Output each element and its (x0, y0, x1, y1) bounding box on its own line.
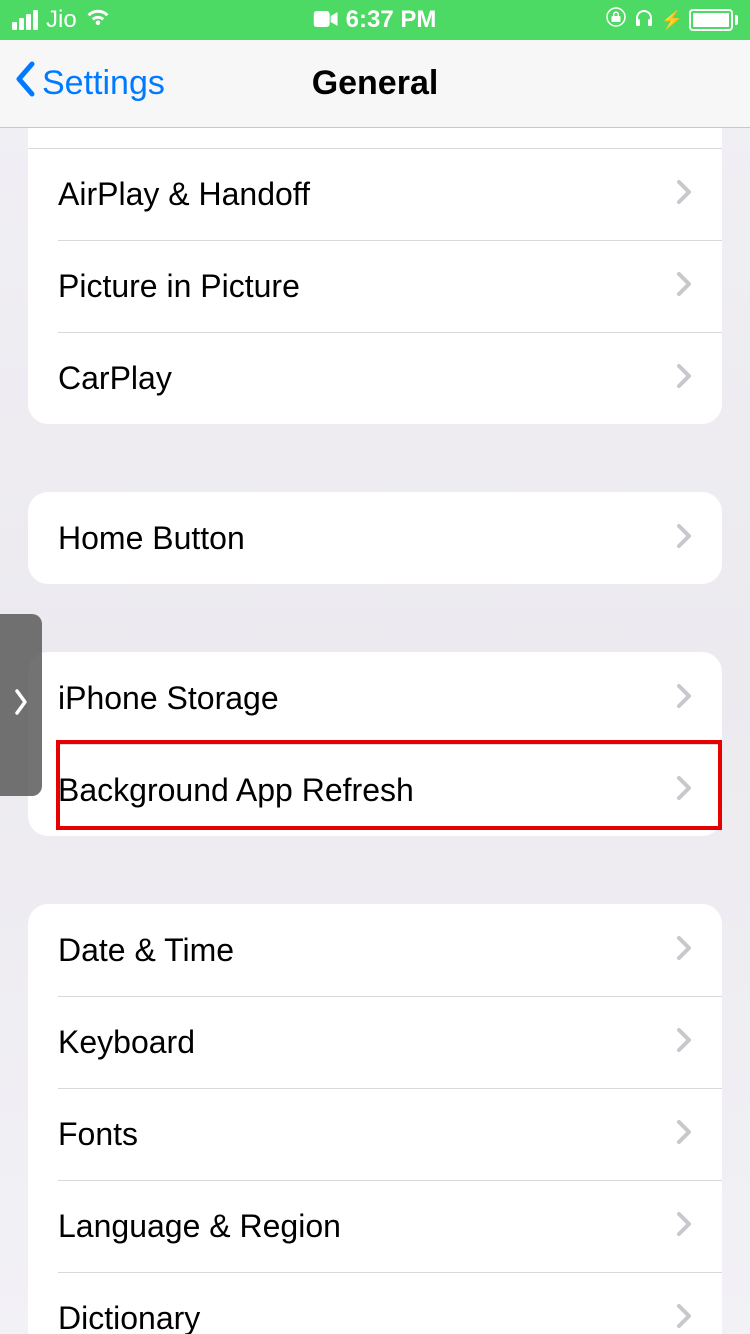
row-label: CarPlay (58, 360, 172, 397)
wifi-icon (85, 6, 111, 34)
content: AirPlay & Handoff Picture in Picture Car… (0, 128, 750, 1334)
row-airplay-handoff[interactable]: AirPlay & Handoff (28, 148, 722, 240)
back-button[interactable]: Settings (0, 60, 165, 107)
row-date-time[interactable]: Date & Time (28, 904, 722, 996)
chevron-right-icon (676, 523, 692, 554)
status-right: ⚡ (605, 6, 738, 35)
chevron-left-icon (14, 60, 36, 107)
row-label: Dictionary (58, 1300, 200, 1334)
row-label: Fonts (58, 1116, 138, 1153)
side-drawer-handle[interactable] (0, 614, 42, 796)
video-call-icon (314, 6, 338, 34)
chevron-right-icon (676, 1211, 692, 1242)
screen: Jio 6:37 PM ⚡ (0, 0, 750, 1334)
status-left: Jio (12, 6, 111, 34)
back-label: Settings (42, 64, 165, 103)
row-home-button[interactable]: Home Button (28, 492, 722, 584)
chevron-right-icon (676, 775, 692, 806)
page-title: General (312, 64, 439, 103)
row-label: AirPlay & Handoff (58, 176, 310, 213)
row-label: Home Button (58, 520, 245, 557)
settings-group-3: iPhone Storage Background App Refresh (28, 652, 722, 836)
chevron-right-icon (676, 271, 692, 302)
row-language-region[interactable]: Language & Region (28, 1180, 722, 1272)
chevron-right-icon (14, 686, 28, 725)
row-label: Language & Region (58, 1208, 341, 1245)
settings-group-4: Date & Time Keyboard Fonts Language & Re… (28, 904, 722, 1334)
row-carplay[interactable]: CarPlay (28, 332, 722, 424)
battery-charging-icon: ⚡ (661, 10, 683, 31)
row-label: Date & Time (58, 932, 234, 969)
chevron-right-icon (676, 179, 692, 210)
clock-time: 6:37 PM (346, 6, 437, 34)
nav-bar: Settings General (0, 40, 750, 128)
row-label: Background App Refresh (58, 772, 414, 809)
chevron-right-icon (676, 1119, 692, 1150)
row-iphone-storage[interactable]: iPhone Storage (28, 652, 722, 744)
cellular-signal-icon (12, 10, 38, 30)
chevron-right-icon (676, 363, 692, 394)
chevron-right-icon (676, 1027, 692, 1058)
status-center: 6:37 PM (314, 6, 437, 34)
row-fonts[interactable]: Fonts (28, 1088, 722, 1180)
status-bar: Jio 6:37 PM ⚡ (0, 0, 750, 40)
chevron-right-icon (676, 935, 692, 966)
row-keyboard[interactable]: Keyboard (28, 996, 722, 1088)
row-label: iPhone Storage (58, 680, 279, 717)
row-picture-in-picture[interactable]: Picture in Picture (28, 240, 722, 332)
settings-group-1: AirPlay & Handoff Picture in Picture Car… (28, 128, 722, 424)
battery-icon (689, 9, 738, 31)
row-dictionary[interactable]: Dictionary (28, 1272, 722, 1334)
headphones-icon (633, 6, 655, 35)
chevron-right-icon (676, 1303, 692, 1334)
row-label: Picture in Picture (58, 268, 300, 305)
row-label: Keyboard (58, 1024, 195, 1061)
carrier-label: Jio (46, 6, 77, 34)
settings-group-2: Home Button (28, 492, 722, 584)
row-background-app-refresh[interactable]: Background App Refresh (28, 744, 722, 836)
chevron-right-icon (676, 683, 692, 714)
orientation-lock-icon (605, 6, 627, 35)
